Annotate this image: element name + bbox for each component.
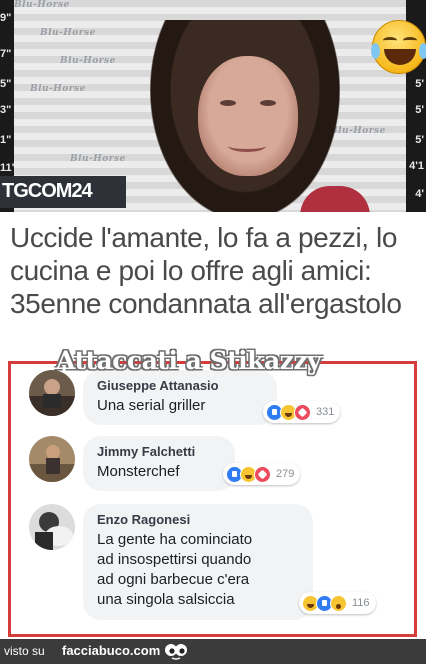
ruler-mark: 5" bbox=[0, 78, 12, 90]
reactions-summary[interactable]: 116 bbox=[299, 592, 376, 614]
ruler-mark: 9" bbox=[0, 12, 12, 24]
reaction-count: 331 bbox=[316, 406, 335, 418]
reactions-summary[interactable]: 331 bbox=[263, 401, 341, 423]
ruler-mark: 5' bbox=[415, 104, 424, 116]
comments-panel: Giuseppe Attanasio Una serial griller 33… bbox=[8, 361, 417, 637]
comment-text: Monsterchef bbox=[97, 463, 180, 480]
laughing-with-tears-emoji-icon bbox=[371, 20, 426, 74]
ruler-mark: 3" bbox=[0, 104, 12, 116]
smile bbox=[228, 140, 266, 152]
ruler-mark: 4'1 bbox=[409, 160, 424, 172]
comment-bubble: Giuseppe Attanasio Una serial griller bbox=[83, 370, 277, 425]
reaction-count: 116 bbox=[352, 597, 370, 609]
backdrop-text: Blu-Horse bbox=[14, 0, 70, 10]
tgcom-logo-number: 24 bbox=[71, 180, 92, 202]
ruler-mark: 5' bbox=[415, 134, 424, 146]
ruler-mark: 4' bbox=[415, 188, 424, 200]
love-reaction-icon bbox=[294, 403, 311, 421]
reaction-count: 279 bbox=[276, 468, 295, 480]
tgcom24-logo: TGCOM24 bbox=[0, 176, 126, 208]
tgcom-logo-text: TGCOM bbox=[2, 180, 72, 202]
avatar[interactable] bbox=[29, 436, 75, 482]
ruler-mark: 1" bbox=[0, 134, 12, 146]
avatar[interactable] bbox=[29, 370, 75, 416]
headline: Uccide l'amante, lo fa a pezzi, lo cucin… bbox=[10, 222, 402, 319]
footer-prefix: visto su bbox=[4, 644, 45, 658]
facciabuco-logo-icon bbox=[165, 644, 187, 660]
eye bbox=[260, 100, 276, 106]
reactions-summary[interactable]: 279 bbox=[223, 463, 301, 485]
wow-reaction-icon bbox=[330, 594, 347, 612]
footer-bar: visto su facciabuco.com bbox=[0, 639, 426, 664]
comment-author[interactable]: Jimmy Falchetti bbox=[97, 444, 221, 459]
mugshot-image: Blu-Horse Blu-Horse Blu-Horse Blu-Horse … bbox=[0, 0, 426, 212]
site-link[interactable]: facciabuco.com bbox=[62, 643, 160, 658]
eye bbox=[220, 100, 236, 106]
comment-bubble: Enzo Ragonesi La gente ha cominciato ad … bbox=[83, 504, 313, 620]
comment-bubble: Jimmy Falchetti Monsterchef bbox=[83, 436, 235, 491]
backdrop-text: Blu-Horse bbox=[330, 126, 386, 136]
avatar[interactable] bbox=[29, 504, 75, 550]
comment-author[interactable]: Enzo Ragonesi bbox=[97, 512, 299, 527]
comment-text: La gente ha cominciato ad insospettirsi … bbox=[97, 531, 253, 608]
comment-author[interactable]: Giuseppe Attanasio bbox=[97, 378, 263, 393]
love-reaction-icon bbox=[254, 465, 271, 483]
face bbox=[198, 56, 298, 176]
watermark: Attaccati a Stikazzy bbox=[56, 346, 322, 375]
ruler-mark: 5' bbox=[415, 78, 424, 90]
comment-text: Una serial griller bbox=[97, 397, 206, 414]
ruler-mark: 7" bbox=[0, 48, 12, 60]
ruler-mark: 11" bbox=[0, 162, 17, 174]
